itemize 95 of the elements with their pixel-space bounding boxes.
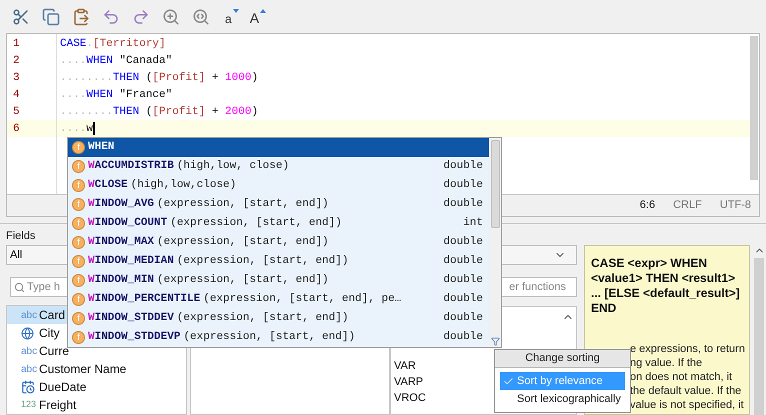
suggestion-item[interactable]: f WINDOW_MEDIAN (expression, [start, end]) double xyxy=(68,252,489,271)
return-type: double xyxy=(443,330,483,346)
code-line: ........THEN ([Profit] + 1000) xyxy=(59,70,260,86)
suggestion-item[interactable]: f WCLOSE (high,low,close) double xyxy=(68,176,489,195)
field-item[interactable]: DueDate xyxy=(7,378,170,396)
suggestion-item[interactable]: f WINDOW_AVG (expression, [start, end]) double xyxy=(68,195,489,214)
code-line: ....WHEN "France" xyxy=(59,88,174,102)
help-text: value is not specified, it xyxy=(630,398,743,412)
function-icon: f xyxy=(72,198,85,211)
number-type-icon: 123 xyxy=(21,398,39,412)
suggestion-item[interactable]: f WINDOW_STDDEVP (expression, [start, end]) double xyxy=(68,328,489,347)
function-icon: f xyxy=(72,160,85,173)
cut-icon[interactable] xyxy=(12,8,30,26)
suggestion-name: WINDOW_MEDIAN xyxy=(88,254,174,270)
function-icon: f xyxy=(72,217,85,230)
line-ending: CRLF xyxy=(673,198,702,214)
line-number: 4 xyxy=(13,88,20,102)
function-icon: f xyxy=(72,141,85,154)
return-type: double xyxy=(443,159,483,174)
copy-icon[interactable] xyxy=(42,8,60,26)
function-icon: f xyxy=(72,179,85,192)
return-type: double xyxy=(443,273,483,288)
return-type: double xyxy=(443,178,483,194)
suggestion-params: (expression, [start, end]) xyxy=(183,330,356,346)
line-number: 6 xyxy=(13,122,20,136)
function-icon: f xyxy=(72,331,85,344)
suggestion-item[interactable]: f WINDOW_PERCENTILE (expression, [start, end], pe… double xyxy=(68,290,489,309)
help-title: CASE <expr> WHEN <value1> THEN <result1> ... [ELSE <default_result>] END xyxy=(591,256,741,316)
suggestion-params: (high,low,close) xyxy=(130,178,236,194)
suggestion-name: WINDOW_COUNT xyxy=(88,216,168,232)
return-type: double xyxy=(443,254,483,270)
return-type: double xyxy=(443,235,483,250)
function-icon: f xyxy=(72,236,85,249)
sort-icon[interactable] xyxy=(490,337,500,346)
field-item[interactable]: abc Customer Name xyxy=(7,360,170,378)
function-icon: f xyxy=(72,312,85,325)
search-placeholder: Type h xyxy=(27,280,60,295)
suggestion-item[interactable]: f WACCUMDISTRIB (high,low, close) double xyxy=(68,157,489,176)
editor-scrollbar[interactable] xyxy=(750,36,758,180)
line-number: 3 xyxy=(13,70,20,86)
return-type: double xyxy=(443,197,483,212)
suggestion-params: (expression, [start, end]) xyxy=(170,216,342,232)
line-number: 1 xyxy=(13,36,20,52)
suggestion-name: WINDOW_PERCENTILE xyxy=(88,292,200,308)
field-item[interactable]: 123 Freight xyxy=(7,396,170,414)
code-line: ....WHEN "Canada" xyxy=(59,54,174,68)
help-text: the default value. If the xyxy=(630,384,742,398)
paste-icon[interactable] xyxy=(72,8,90,26)
suggestion-name: WINDOW_STDDEVP xyxy=(88,330,180,346)
search-placeholder: er functions xyxy=(509,280,566,295)
code-line: ........THEN ([Profit] + 2000) xyxy=(59,104,260,120)
suggestion-item[interactable]: f WINDOW_MIN (expression, [start, end]) double xyxy=(68,271,489,290)
check-icon xyxy=(503,376,514,386)
return-type: int xyxy=(463,216,483,232)
text-type-icon: abc xyxy=(21,308,39,323)
suggestion-name: WINDOW_AVG xyxy=(88,197,154,212)
code-line: CASE.[Territory] xyxy=(59,36,167,52)
suggestion-params: (expression, [start, end], pe… xyxy=(203,292,402,308)
suggestion-name: WHEN xyxy=(88,140,114,156)
menu-header: Change sorting xyxy=(495,350,630,368)
suggestion-name: WCLOSE xyxy=(88,178,128,194)
text-type-icon: abc xyxy=(21,362,39,377)
cursor-position: 6:6 xyxy=(640,198,656,214)
function-icon: f xyxy=(72,255,85,268)
encoding: UTF-8 xyxy=(720,198,751,214)
search-icon xyxy=(14,282,25,293)
return-type: double xyxy=(443,292,483,308)
suggestion-name: WACCUMDISTRIB xyxy=(88,159,174,174)
help-scrollbar[interactable] xyxy=(754,258,764,415)
return-type: double xyxy=(443,311,483,326)
suggestion-params: (expression, [start, end]) xyxy=(157,273,329,288)
calendar-icon xyxy=(21,380,35,394)
suggestion-params: (expression, [start, end]) xyxy=(157,197,329,212)
suggestion-item[interactable]: f WINDOW_MAX (expression, [start, end]) double xyxy=(68,233,489,252)
line-number: 5 xyxy=(13,104,20,120)
find-icon[interactable] xyxy=(162,8,180,26)
suggestion-params: (high,low, close) xyxy=(176,159,290,174)
text-type-icon: abc xyxy=(21,344,39,359)
fields-label: Fields xyxy=(6,229,36,244)
popup-scrollbar-thumb[interactable] xyxy=(490,140,500,228)
menu-item[interactable]: Sort lexicographically xyxy=(500,390,625,408)
line-number: 2 xyxy=(13,54,20,68)
function-icon: f xyxy=(72,293,85,306)
suggestion-name: WINDOW_MIN xyxy=(88,273,154,288)
redo-icon[interactable] xyxy=(132,8,150,26)
suggestion-params: (expression, [start, end]) xyxy=(157,235,329,250)
suggestion-name: WINDOW_MAX xyxy=(88,235,154,250)
undo-icon[interactable] xyxy=(102,8,120,26)
suggestion-item[interactable]: f WHEN xyxy=(68,138,489,157)
function-icon: f xyxy=(72,274,85,287)
find-replace-icon[interactable] xyxy=(192,8,210,26)
suggestion-params: (expression, [start, end]) xyxy=(176,254,348,270)
help-text: ng value. If the xyxy=(630,356,704,370)
globe-icon xyxy=(21,326,34,340)
suggestion-params: (expression, [start, end]) xyxy=(176,311,348,326)
